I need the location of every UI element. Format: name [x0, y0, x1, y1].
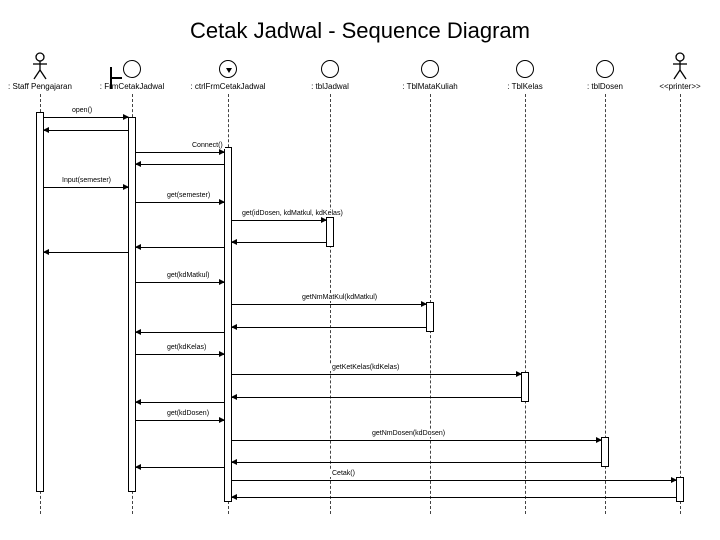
- message-label: get(kdMatkul): [165, 272, 211, 279]
- participant-label: : TblMataKuliah: [402, 82, 457, 91]
- return-arrow: [232, 327, 426, 328]
- message-arrow: [232, 220, 326, 221]
- return-arrow: [232, 497, 676, 498]
- participant-label: <<printer>>: [659, 82, 700, 91]
- message-label: get(kdKelas): [165, 344, 208, 351]
- message-label: getKetKelas(kdKelas): [330, 364, 401, 371]
- message-arrow: [136, 420, 224, 421]
- activation-bar: [601, 437, 609, 467]
- return-arrow: [136, 164, 224, 165]
- participant-label: : tblJadwal: [311, 82, 349, 91]
- actor-icon: [672, 52, 688, 82]
- return-arrow: [136, 402, 224, 403]
- lifeline: [680, 94, 681, 514]
- message-arrow: [44, 187, 128, 188]
- return-arrow: [136, 467, 224, 468]
- participant-label: : tblDosen: [587, 82, 623, 91]
- message-label: getNmDosen(kdDosen): [370, 430, 447, 437]
- message-label: open(): [70, 107, 94, 114]
- message-arrow: [136, 152, 224, 153]
- message-label: Connect(): [190, 142, 225, 149]
- activation-bar: [426, 302, 434, 332]
- message-arrow: [232, 480, 676, 481]
- entity-icon: [321, 60, 339, 78]
- participant-label: : FrmCetakJadwal: [100, 82, 164, 91]
- entity-icon: [516, 60, 534, 78]
- return-arrow: [232, 397, 521, 398]
- message-label: get(kdDosen): [165, 410, 211, 417]
- return-arrow: [136, 247, 224, 248]
- lifeline: [525, 94, 526, 514]
- message-arrow: [136, 354, 224, 355]
- activation-bar: [128, 117, 136, 492]
- entity-icon: [421, 60, 439, 78]
- diagram-title: Cetak Jadwal - Sequence Diagram: [0, 0, 720, 52]
- message-label: Cetak(): [330, 470, 357, 477]
- message-arrow: [136, 282, 224, 283]
- sequence-diagram: : Staff Pengajaran : FrmCetakJadwal : ct…: [0, 52, 720, 532]
- activation-bar: [676, 477, 684, 502]
- message-arrow: [232, 440, 601, 441]
- participant-label: : Staff Pengajaran: [8, 82, 72, 91]
- return-arrow: [232, 242, 326, 243]
- actor-icon: [32, 52, 48, 82]
- return-arrow: [232, 462, 601, 463]
- return-arrow: [44, 252, 128, 253]
- activation-bar: [36, 112, 44, 492]
- message-label: Input(semester): [60, 177, 113, 184]
- control-icon: [219, 60, 237, 78]
- message-label: getNmMatKul(kdMatkul): [300, 294, 379, 301]
- message-arrow: [44, 117, 128, 118]
- message-label: get(idDosen, kdMatkul, kdKelas): [240, 210, 345, 217]
- entity-icon: [596, 60, 614, 78]
- participant-label: : ctrlFrmCetakJadwal: [190, 82, 265, 91]
- message-arrow: [232, 304, 426, 305]
- return-arrow: [44, 130, 128, 131]
- participant-label: : TblKelas: [507, 82, 542, 91]
- message-arrow: [232, 374, 521, 375]
- message-arrow: [136, 202, 224, 203]
- message-label: get(semester): [165, 192, 212, 199]
- return-arrow: [136, 332, 224, 333]
- activation-bar: [326, 217, 334, 247]
- activation-bar: [521, 372, 529, 402]
- boundary-icon: [123, 60, 141, 78]
